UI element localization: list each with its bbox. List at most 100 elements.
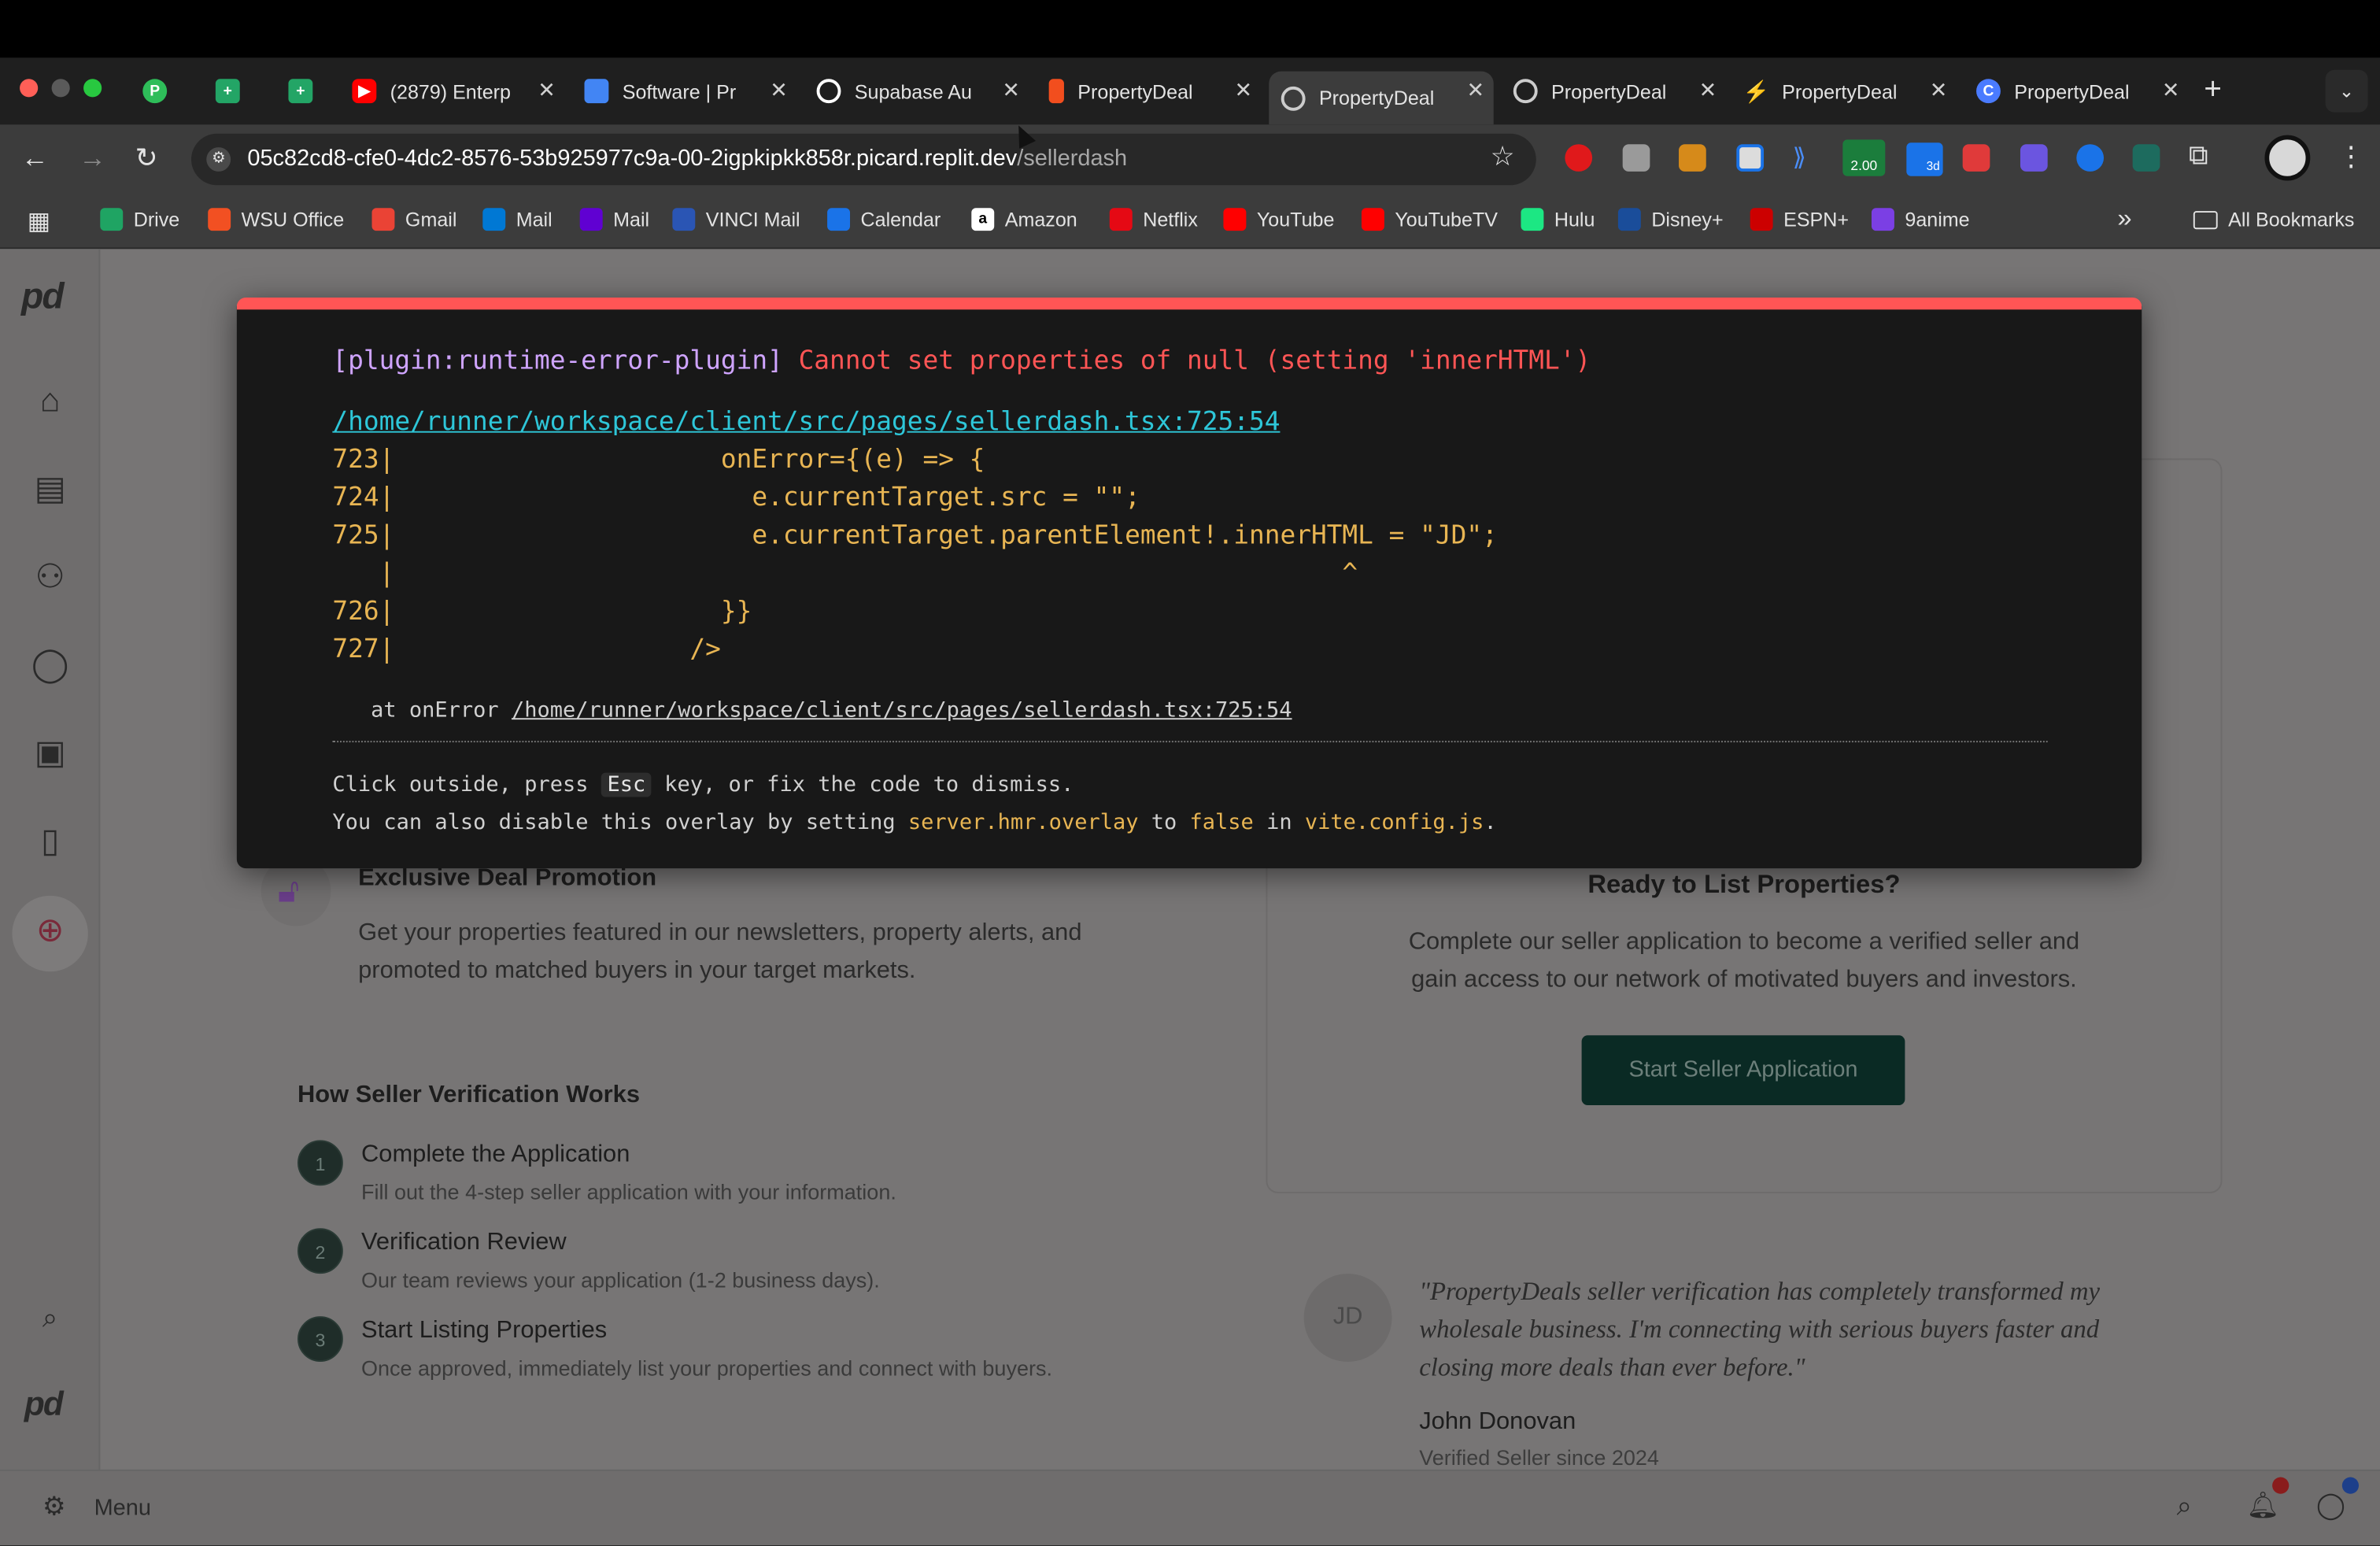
tab-search-chevron-icon[interactable]: ⌄: [2325, 69, 2368, 113]
start-seller-application-button[interactable]: Start Seller Application: [1581, 1035, 1905, 1106]
bookmark-item[interactable]: a Amazon: [971, 208, 1077, 231]
bookmark-item[interactable]: ESPN+: [1750, 208, 1849, 231]
browser-tab[interactable]: C PropertyDeal ✕: [1964, 72, 2189, 111]
forward-arrow-icon[interactable]: →: [79, 142, 106, 173]
message-dot: [2341, 1477, 2360, 1494]
adblock-extension-icon[interactable]: [1565, 144, 1593, 172]
messages-icon[interactable]: ◯: [2316, 1491, 2345, 1522]
extension-icon[interactable]: [2020, 144, 2048, 172]
browser-tab[interactable]: +: [203, 72, 249, 111]
step-number-badge: 3: [298, 1316, 343, 1362]
bookmark-item[interactable]: Mail: [579, 208, 649, 231]
tab-title: PropertyDeal: [1318, 86, 1435, 109]
vite-error-overlay[interactable]: [plugin:runtime-error-plugin] Cannot set…: [236, 298, 2142, 869]
extension-badge-icon[interactable]: 3d: [1906, 142, 1943, 176]
browser-tab[interactable]: PropertyDeal ✕: [1269, 71, 1494, 125]
code-text: }}: [394, 596, 752, 627]
code-line: 726| }}: [332, 594, 752, 630]
profile-avatar[interactable]: [2264, 135, 2311, 181]
step-description: Our team reviews your application (1-2 b…: [361, 1267, 880, 1293]
bookmark-label: 9anime: [1905, 208, 1970, 231]
settings-gear-icon[interactable]: ⚙: [42, 1492, 65, 1523]
search-icon[interactable]: ⌕: [2177, 1491, 2192, 1523]
youtubetv-icon: [1361, 208, 1384, 231]
bookmark-label: Mail: [516, 208, 552, 231]
close-window-button[interactable]: [20, 79, 39, 98]
browser-tab[interactable]: P: [131, 72, 176, 111]
new-tab-button[interactable]: +: [2204, 73, 2222, 108]
browser-tab[interactable]: +: [276, 72, 322, 111]
extension-icon[interactable]: [1736, 144, 1765, 172]
bookmark-item[interactable]: Hulu: [1521, 208, 1595, 231]
browser-tab[interactable]: ⚡ PropertyDeal ✕: [1732, 72, 1957, 111]
bookmark-item[interactable]: VINCI Mail: [672, 208, 800, 231]
bookmark-item[interactable]: WSU Office: [208, 208, 344, 231]
close-tab-icon[interactable]: ✕: [770, 77, 788, 103]
extension-icon[interactable]: [2076, 144, 2105, 172]
notifications-bell-icon[interactable]: 🔔︎: [2246, 1491, 2279, 1522]
bookmark-item[interactable]: 9anime: [1871, 208, 1970, 231]
close-tab-icon[interactable]: ✕: [1002, 77, 1020, 103]
users-icon[interactable]: ⚇: [31, 557, 70, 597]
minimize-window-button[interactable]: [51, 79, 70, 98]
extensions-puzzle-icon[interactable]: ⧉: [2189, 139, 2208, 172]
code-text: ^: [394, 558, 1358, 590]
extension-icon[interactable]: [2132, 144, 2160, 172]
add-circle-icon[interactable]: ⊕: [31, 911, 70, 950]
bookmark-item[interactable]: Disney+: [1617, 208, 1724, 231]
bookmark-item[interactable]: Drive: [100, 208, 179, 231]
bookmark-item[interactable]: YouTube: [1223, 208, 1334, 231]
calendar-icon[interactable]: ▣: [31, 734, 70, 773]
todoist-extension-icon[interactable]: [1962, 144, 1990, 172]
chat-icon[interactable]: ◯: [31, 645, 70, 685]
bookmark-item[interactable]: Netflix: [1109, 208, 1198, 231]
error-file-link[interactable]: /home/runner/workspace/client/src/pages/…: [332, 404, 1280, 440]
close-tab-icon[interactable]: ✕: [2162, 77, 2180, 103]
openai-icon: [816, 79, 841, 104]
docs-icon: [584, 79, 609, 104]
browser-menu-icon[interactable]: ⋮: [2338, 141, 2365, 173]
bookmark-star-icon[interactable]: ☆: [1491, 141, 1515, 173]
site-info-icon[interactable]: ⚙: [206, 147, 231, 172]
book-icon[interactable]: ▯: [31, 821, 70, 860]
bookmark-item[interactable]: YouTubeTV: [1361, 208, 1498, 231]
browser-tab[interactable]: Software | Pr ✕: [572, 72, 796, 111]
browser-tab[interactable]: PropertyDeal ✕: [1037, 72, 1261, 111]
more-bookmarks-button[interactable]: »: [2117, 203, 2131, 234]
p-icon: P: [142, 79, 168, 104]
browser-tab[interactable]: ▶ (2879) Enterp ✕: [340, 72, 564, 111]
bookmark-label: Disney+: [1651, 208, 1724, 231]
close-tab-icon[interactable]: ✕: [1699, 77, 1717, 103]
browser-tab[interactable]: PropertyDeal ✕: [1501, 72, 1725, 111]
close-tab-icon[interactable]: ✕: [538, 77, 556, 103]
audio-extension-icon[interactable]: ⟫: [1793, 142, 1806, 173]
sheets-icon: +: [215, 79, 240, 104]
app-logo-small[interactable]: pd: [24, 1385, 64, 1424]
bookmark-item[interactable]: Gmail: [371, 208, 457, 231]
extension-icon[interactable]: [1622, 144, 1650, 172]
properties-icon[interactable]: ▤: [31, 469, 70, 509]
menu-label[interactable]: Menu: [94, 1496, 151, 1522]
stack-file-link[interactable]: /home/runner/workspace/client/src/pages/…: [512, 698, 1292, 723]
microsoft-icon: [208, 208, 231, 231]
reload-icon[interactable]: ↻: [135, 142, 158, 173]
home-icon[interactable]: ⌂: [31, 381, 70, 420]
maximize-window-button[interactable]: [83, 79, 102, 98]
browser-tab[interactable]: Supabase Au ✕: [804, 72, 1029, 111]
apps-grid-icon[interactable]: ▦: [28, 206, 50, 237]
extension-badge-icon[interactable]: 2.00: [1842, 139, 1886, 176]
address-bar[interactable]: ⚙ 05c82cd8-cfe0-4dc2-8576-53b925977c9a-0…: [191, 133, 1536, 186]
tab-title: PropertyDeal: [1551, 80, 1667, 103]
bookmark-item[interactable]: Mail: [482, 208, 552, 231]
extension-icon[interactable]: [1679, 144, 1706, 172]
search-icon[interactable]: ⌕: [31, 1298, 70, 1337]
all-bookmarks-button[interactable]: All Bookmarks: [2193, 208, 2354, 231]
bookmark-label: Gmail: [405, 208, 457, 231]
tab-title: PropertyDeal: [2014, 80, 2130, 103]
bookmark-item[interactable]: Calendar: [827, 208, 941, 231]
close-tab-icon[interactable]: ✕: [1467, 77, 1485, 103]
close-tab-icon[interactable]: ✕: [1930, 77, 1948, 103]
back-arrow-icon[interactable]: ←: [21, 142, 49, 173]
app-logo[interactable]: pd: [21, 276, 65, 319]
close-tab-icon[interactable]: ✕: [1234, 77, 1252, 103]
